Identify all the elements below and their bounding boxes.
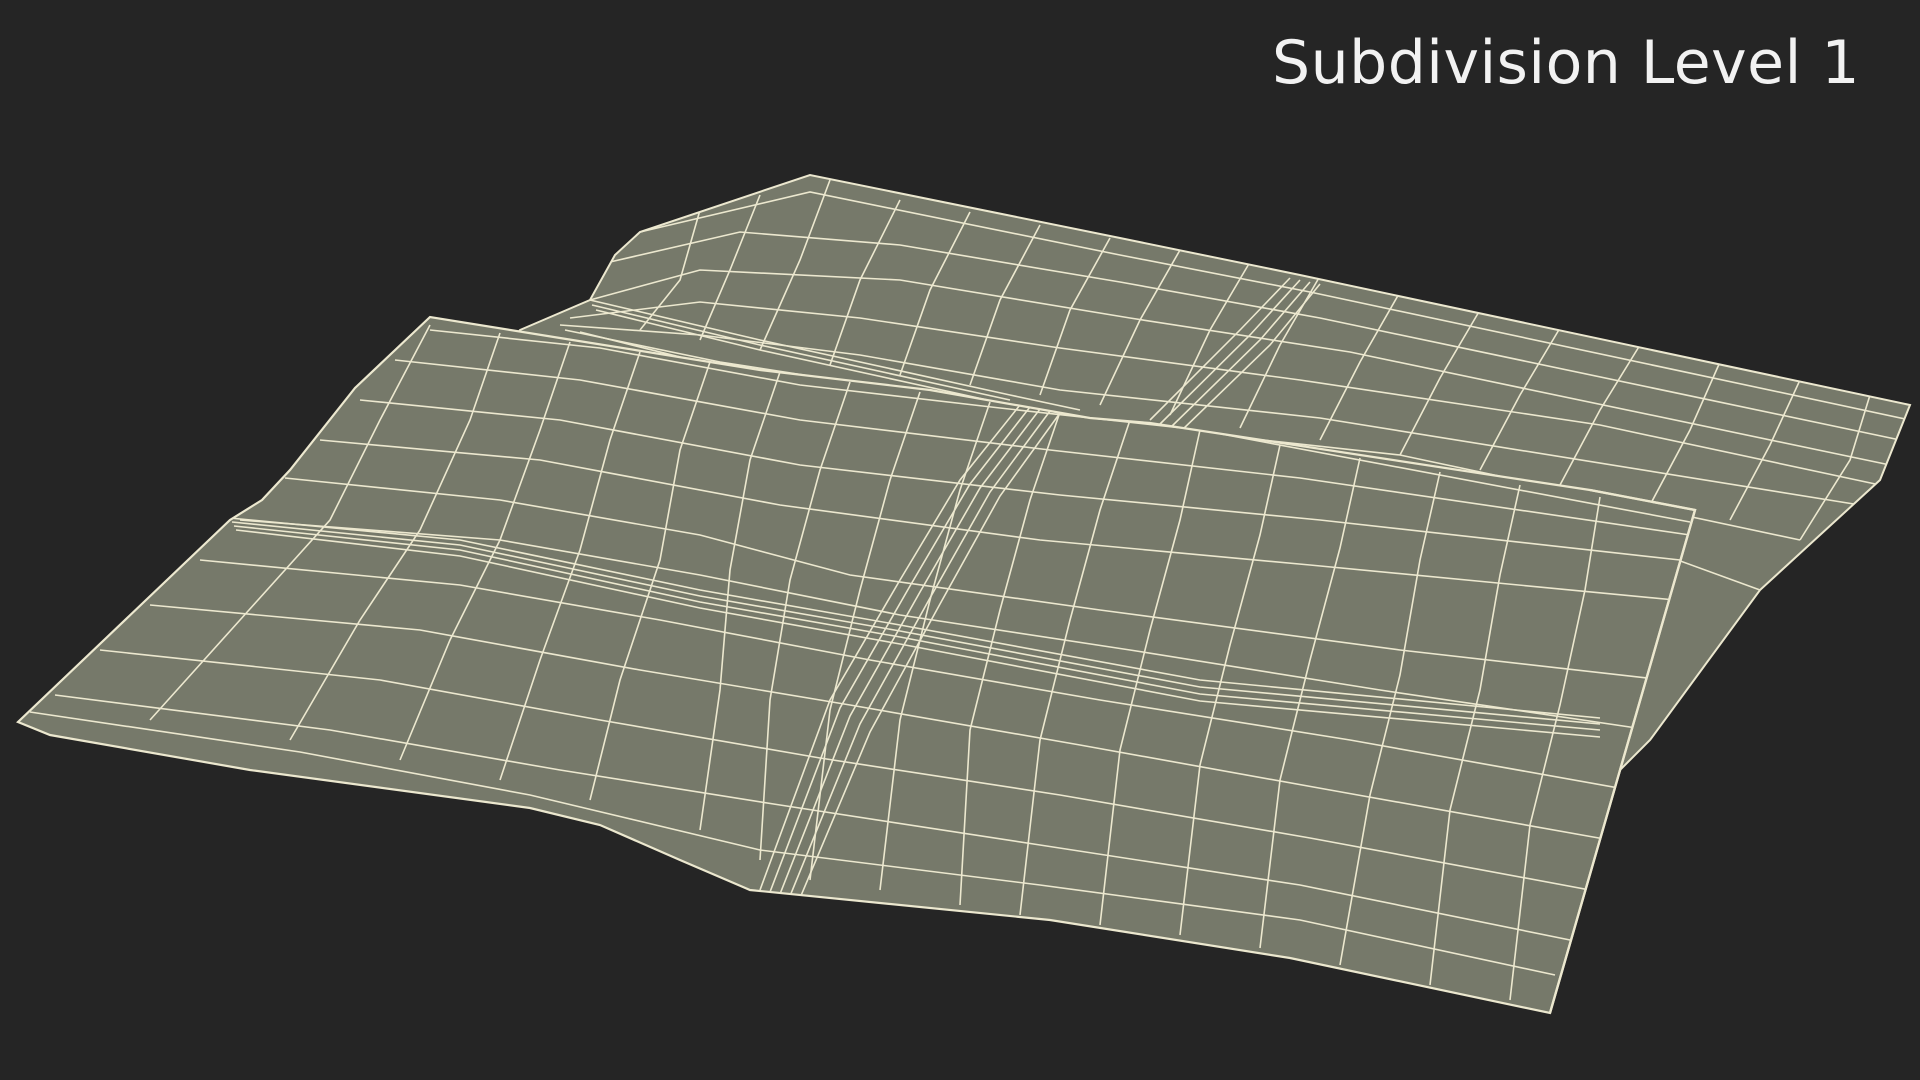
viewport: Subdivision Level 1 bbox=[0, 0, 1920, 1080]
subdivision-level-caption: Subdivision Level 1 bbox=[1272, 28, 1860, 98]
wireframe-render bbox=[16, 173, 1912, 1015]
